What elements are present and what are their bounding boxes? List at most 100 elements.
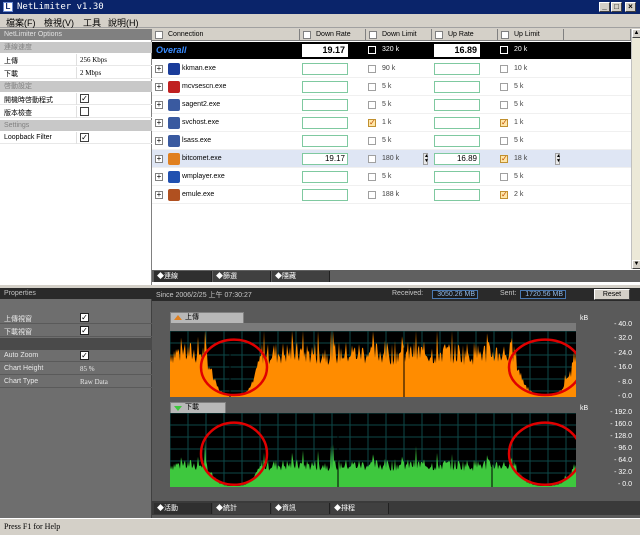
- prop-upload-window[interactable]: 上傳視窗 ✓: [0, 312, 152, 324]
- chart-height-value[interactable]: 85 %: [80, 365, 95, 373]
- down-limit-value[interactable]: 5 k: [382, 101, 391, 108]
- option-loopback-filter[interactable]: Loopback Filter ✓: [0, 132, 152, 144]
- upload-graph-tab[interactable]: 上傳: [170, 312, 244, 323]
- down-limit-value[interactable]: 188 k: [382, 191, 399, 198]
- down-limit-spinner[interactable]: ▲ ▼: [423, 153, 429, 165]
- down-limit-checkbox[interactable]: [368, 173, 376, 181]
- expand-icon[interactable]: +: [155, 83, 163, 91]
- up-limit-spinner[interactable]: ▲ ▼: [555, 153, 561, 165]
- tab-schedule[interactable]: ◆排程: [331, 503, 389, 514]
- option-value[interactable]: 256 Kbps: [80, 56, 107, 64]
- loopback-filter-checkbox[interactable]: ✓: [80, 133, 89, 142]
- option-run-at-startup[interactable]: 開機時啓動程式 ✓: [0, 93, 152, 105]
- run-at-startup-checkbox[interactable]: ✓: [80, 94, 89, 103]
- column-up-rate[interactable]: Up Rate: [432, 29, 498, 41]
- overall-up-limit-checkbox[interactable]: [500, 46, 508, 54]
- expand-icon[interactable]: +: [155, 191, 163, 199]
- download-window-checkbox[interactable]: ✓: [80, 326, 89, 335]
- connection-row[interactable]: + lsass.exe 5 k 5 k: [152, 132, 631, 150]
- expand-icon[interactable]: +: [155, 101, 163, 109]
- up-limit-checkbox[interactable]: [500, 154, 508, 163]
- down-limit-checkbox[interactable]: [368, 191, 376, 199]
- up-limit-value[interactable]: 5 k: [514, 137, 523, 144]
- up-limit-value[interactable]: 10 k: [514, 65, 527, 72]
- down-limit-checkbox[interactable]: [368, 137, 376, 145]
- chart-type-value[interactable]: Raw Data: [80, 378, 108, 386]
- prop-download-window[interactable]: 下載視窗 ✓: [0, 325, 152, 337]
- column-down-rate[interactable]: Down Rate: [300, 29, 366, 41]
- up-limit-checkbox[interactable]: [500, 173, 508, 181]
- connection-row[interactable]: + bitcomet.exe 19.17 180 k ▲▼ 16.89 18 k ▲▼: [152, 150, 631, 168]
- expand-icon[interactable]: +: [155, 65, 163, 73]
- down-limit-checkbox[interactable]: [368, 83, 376, 91]
- expand-icon[interactable]: +: [155, 119, 163, 127]
- expand-icon[interactable]: +: [155, 155, 163, 163]
- expand-icon[interactable]: +: [155, 173, 163, 181]
- down-limit-checkbox[interactable]: [368, 65, 376, 73]
- close-button[interactable]: ×: [625, 2, 636, 12]
- menu-view[interactable]: 檢視(V): [44, 16, 74, 29]
- prop-auto-zoom[interactable]: Auto Zoom ✓: [0, 350, 152, 362]
- prop-chart-type[interactable]: Chart Type Raw Data: [0, 376, 152, 388]
- connection-row[interactable]: + kkman.exe 90 k 10 k: [152, 60, 631, 78]
- down-limit-value[interactable]: 1 k: [382, 119, 391, 126]
- menu-tools[interactable]: 工具: [83, 16, 101, 29]
- down-limit-value[interactable]: 5 k: [382, 173, 391, 180]
- version-check-checkbox[interactable]: [80, 107, 89, 116]
- tab-statistics[interactable]: ◆統計: [213, 503, 271, 514]
- option-download-speed[interactable]: 下載 2 Mbps: [0, 67, 152, 79]
- connection-row[interactable]: + mcvsescn.exe 5 k 5 k: [152, 78, 631, 96]
- connection-row[interactable]: + wmplayer.exe 5 k 5 k: [152, 168, 631, 186]
- download-graph-tab[interactable]: 下載: [170, 402, 226, 413]
- up-limit-checkbox[interactable]: [500, 190, 508, 199]
- minimize-button[interactable]: _: [599, 2, 610, 12]
- scroll-down-arrow[interactable]: ▼: [632, 260, 640, 269]
- kkman-icon: [168, 63, 180, 75]
- expand-icon[interactable]: +: [155, 137, 163, 145]
- up-limit-checkbox[interactable]: [500, 101, 508, 109]
- menu-file[interactable]: 檔案(F): [6, 16, 36, 29]
- up-limit-value[interactable]: 1 k: [514, 119, 523, 126]
- maximize-button[interactable]: □: [611, 2, 622, 12]
- overall-down-limit-checkbox[interactable]: [368, 46, 376, 54]
- upload-window-checkbox[interactable]: ✓: [80, 313, 89, 322]
- up-limit-checkbox[interactable]: [500, 118, 508, 127]
- connection-row[interactable]: + sagent2.exe 5 k 5 k: [152, 96, 631, 114]
- scroll-up-arrow[interactable]: ▲: [632, 29, 640, 38]
- tab-hidden[interactable]: ◆隱藏: [272, 271, 330, 282]
- down-limit-checkbox[interactable]: [368, 118, 376, 127]
- prop-chart-height[interactable]: Chart Height 85 %: [0, 363, 152, 375]
- tab-connections[interactable]: ◆連線: [154, 271, 212, 282]
- menu-help[interactable]: 說明(H): [108, 16, 139, 29]
- down-limit-checkbox[interactable]: [368, 155, 376, 163]
- up-limit-value[interactable]: 5 k: [514, 173, 523, 180]
- up-limit-checkbox[interactable]: [500, 137, 508, 145]
- up-limit-value[interactable]: 18 k: [514, 155, 527, 162]
- up-limit-value[interactable]: 5 k: [514, 83, 523, 90]
- column-connection[interactable]: Connection: [152, 29, 300, 41]
- up-limit-checkbox[interactable]: [500, 65, 508, 73]
- option-value[interactable]: 2 Mbps: [80, 69, 101, 77]
- down-limit-value[interactable]: 5 k: [382, 137, 391, 144]
- down-limit-checkbox[interactable]: [368, 101, 376, 109]
- option-version-check[interactable]: 版本檢查: [0, 106, 152, 118]
- connection-row[interactable]: + svchost.exe 1 k 1 k: [152, 114, 631, 132]
- overall-row[interactable]: Overall 19.17 320 k 16.89 20 k: [152, 42, 631, 59]
- connection-row[interactable]: + emule.exe 188 k 2 k: [152, 186, 631, 204]
- tab-info[interactable]: ◆資訊: [272, 503, 330, 514]
- option-label: Loopback Filter: [4, 134, 52, 141]
- down-limit-value[interactable]: 180 k: [382, 155, 399, 162]
- column-down-limit[interactable]: Down Limit: [366, 29, 432, 41]
- up-limit-checkbox[interactable]: [500, 83, 508, 91]
- up-limit-value[interactable]: 5 k: [514, 101, 523, 108]
- table-scrollbar[interactable]: ▲ ▼: [631, 29, 640, 269]
- tab-activity[interactable]: ◆活動: [154, 503, 212, 514]
- column-up-limit[interactable]: Up Limit: [498, 29, 564, 41]
- auto-zoom-checkbox[interactable]: ✓: [80, 351, 89, 360]
- tab-filters[interactable]: ◆篩選: [213, 271, 271, 282]
- reset-button[interactable]: Reset: [594, 289, 630, 300]
- down-limit-value[interactable]: 90 k: [382, 65, 395, 72]
- up-limit-value[interactable]: 2 k: [514, 191, 523, 198]
- down-limit-value[interactable]: 5 k: [382, 83, 391, 90]
- option-upload-speed[interactable]: 上傳 256 Kbps: [0, 54, 152, 66]
